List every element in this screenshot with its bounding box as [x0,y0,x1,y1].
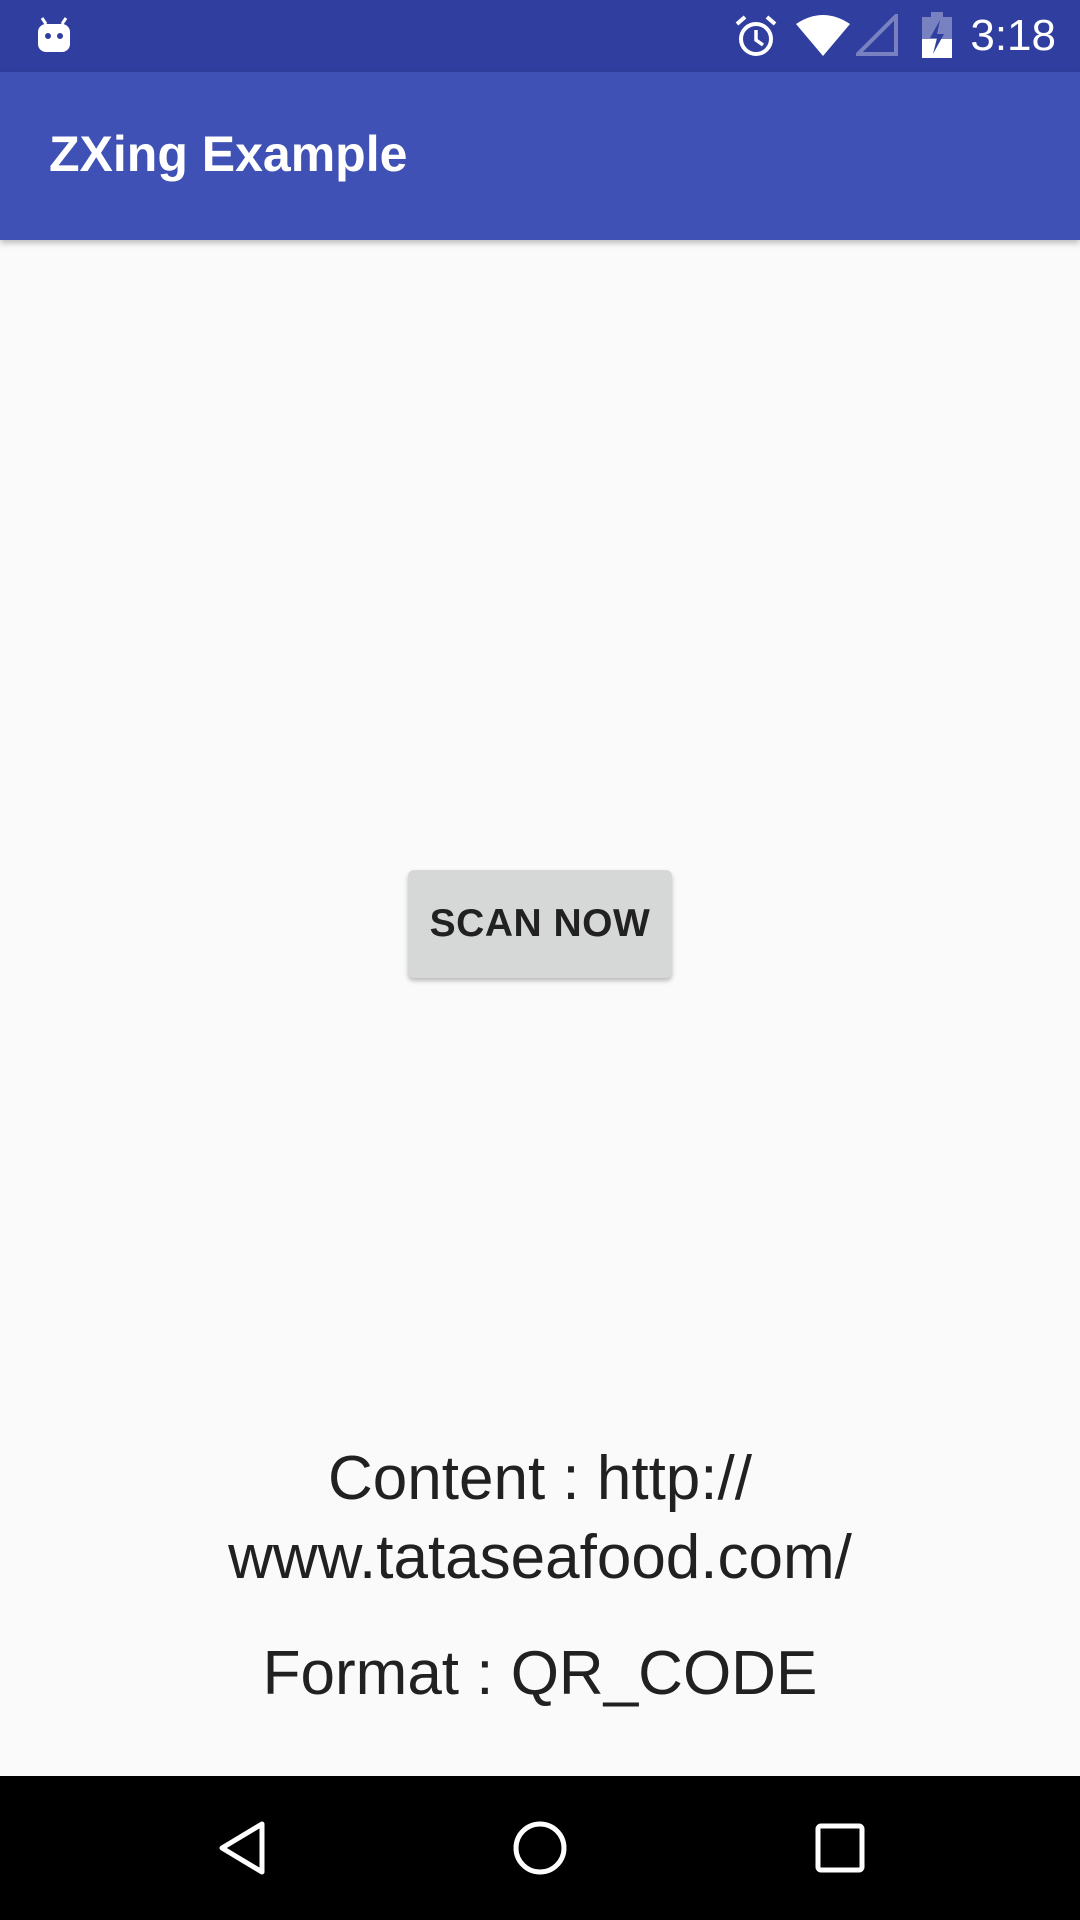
app-title: ZXing Example [49,126,408,182]
status-bar: 3:18 [0,0,1080,72]
back-icon[interactable] [214,1820,270,1876]
cell-signal-icon [856,14,898,56]
content-line-1: Content : http:// [328,1444,752,1513]
app-bar: ZXing Example [0,72,1080,240]
battery-charging-icon [922,12,952,58]
alarm-icon [735,15,777,56]
clock: 3:18 [970,11,1056,60]
scan-now-button[interactable]: SCAN NOW [408,870,672,978]
recents-icon[interactable] [815,1823,865,1873]
android-notification-icon [38,17,70,52]
content-line-2: www.tataseafood.com/ [228,1523,852,1592]
navigation-bar [0,1776,1080,1920]
format-text: Format : QR_CODE [262,1639,818,1708]
wifi-icon [796,15,850,56]
home-icon[interactable] [512,1820,568,1876]
